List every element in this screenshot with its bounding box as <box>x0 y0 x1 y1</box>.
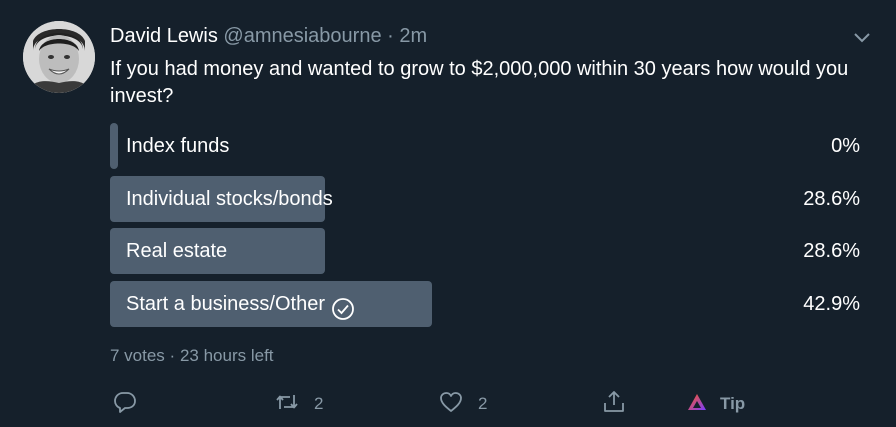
header-separator: · <box>387 25 394 47</box>
poll-bar <box>110 123 118 169</box>
poll-option-percent: 28.6% <box>803 187 860 210</box>
poll: Index funds 0% Individual stocks/bonds 2… <box>110 123 860 333</box>
poll-option[interactable]: Index funds 0% <box>110 123 860 169</box>
share-button[interactable] <box>601 388 627 420</box>
heart-icon <box>438 389 464 420</box>
share-icon <box>601 389 627 420</box>
brave-tip-icon <box>684 389 710 420</box>
poll-option-label: Individual stocks/bonds <box>126 187 333 210</box>
display-name[interactable]: David Lewis <box>110 25 218 47</box>
retweet-button[interactable]: 2 <box>274 388 323 420</box>
tweet-actions: 2 2 Tip <box>110 388 870 420</box>
poll-option[interactable]: Real estate 28.6% <box>110 228 860 274</box>
poll-meta: 7 votes · 23 hours left <box>110 345 274 367</box>
poll-option-label: Start a business/Other <box>126 281 355 327</box>
poll-option-label: Index funds <box>126 135 230 157</box>
user-handle[interactable]: @amnesiabourne <box>223 25 381 47</box>
tweet-time[interactable]: 2m <box>399 25 427 47</box>
poll-option-percent: 42.9% <box>803 292 860 315</box>
tweet: David Lewis @amnesiabourne · 2m If you h… <box>0 0 896 427</box>
vote-count: 7 votes <box>110 346 165 365</box>
like-button[interactable]: 2 <box>438 388 487 420</box>
poll-option-percent: 28.6% <box>803 240 860 262</box>
chevron-down-icon[interactable] <box>851 26 873 48</box>
tweet-header: David Lewis @amnesiabourne · 2m <box>110 24 427 48</box>
poll-option[interactable]: Individual stocks/bonds 28.6% <box>110 175 860 222</box>
tip-button[interactable]: Tip <box>684 388 745 420</box>
tip-label: Tip <box>720 394 746 413</box>
checkmark-circle-icon <box>331 292 355 320</box>
avatar[interactable] <box>23 21 95 93</box>
tweet-text: If you had money and wanted to grow to $… <box>110 58 849 107</box>
poll-option[interactable]: Start a business/Other 42.9% <box>110 280 860 327</box>
poll-option-label: Real estate <box>126 240 228 262</box>
time-left: 23 hours left <box>179 346 274 365</box>
reply-button[interactable] <box>112 388 152 420</box>
meta-separator: · <box>169 346 176 365</box>
reply-icon <box>112 389 138 420</box>
retweet-count: 2 <box>314 394 324 413</box>
like-count: 2 <box>478 394 488 413</box>
poll-option-percent: 0% <box>831 135 860 157</box>
retweet-icon <box>274 389 300 420</box>
